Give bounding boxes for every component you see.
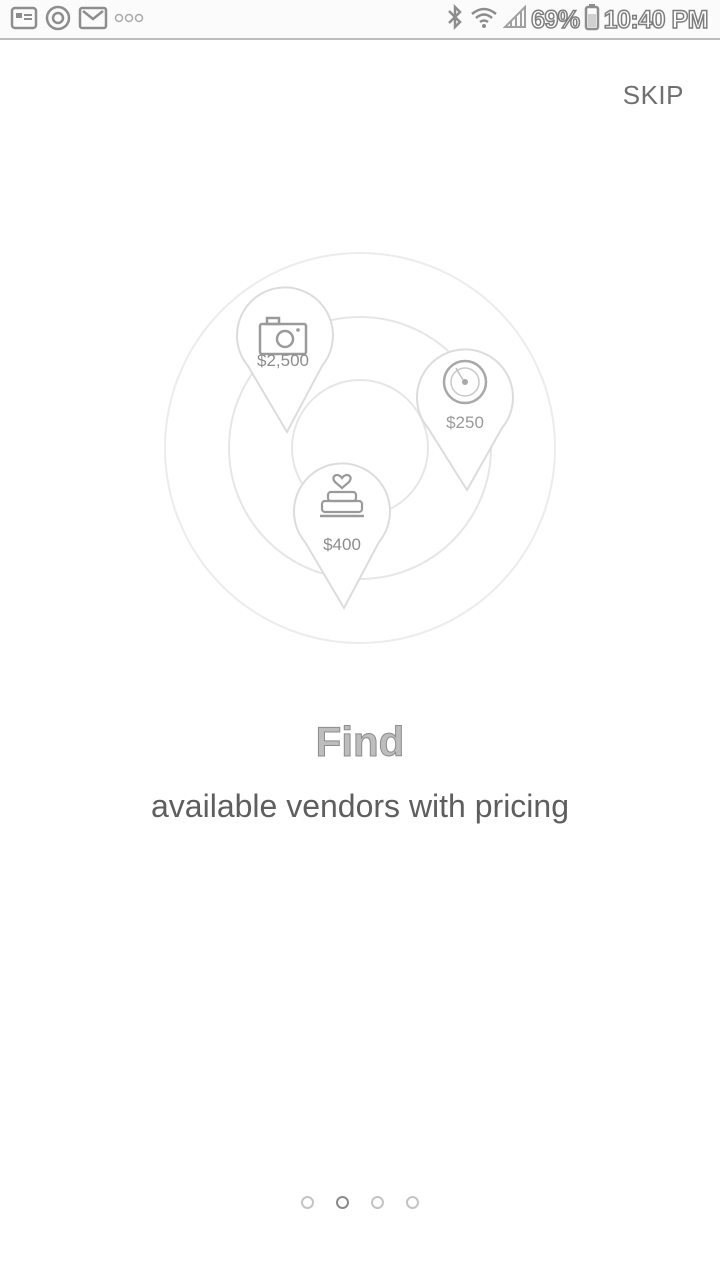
page-dot-4[interactable] [406, 1196, 419, 1209]
onboarding-subtitle: available vendors with pricing [151, 788, 569, 824]
vinyl-record-icon [442, 359, 488, 405]
signal-icon [502, 4, 527, 36]
gallery-icon [10, 6, 38, 35]
page-dot-3[interactable] [371, 1196, 384, 1209]
status-bar-right: 69% 10:40 PM [445, 3, 709, 38]
pin-price-record: $250 [446, 413, 484, 432]
bluetooth-icon [445, 3, 465, 38]
pin-price-camera: $2,500 [257, 351, 309, 370]
status-bar: 69% 10:40 PM [0, 0, 720, 40]
more-notifications-icon [114, 11, 144, 29]
target-icon [44, 4, 72, 37]
clock: 10:40 PM [603, 5, 709, 35]
battery-percent: 69% [530, 5, 581, 35]
skip-button[interactable]: SKIP [623, 80, 684, 111]
status-bar-left [10, 4, 144, 37]
page-dot-2[interactable] [336, 1196, 349, 1209]
onboarding-title: Find [315, 718, 405, 766]
pin-price-cake: $400 [323, 535, 361, 554]
gmail-icon [78, 5, 108, 36]
battery-icon [584, 3, 600, 38]
page-indicator [0, 1196, 720, 1212]
vendor-map-illustration: $2,500 $250 $400 [160, 248, 560, 648]
wifi-icon [469, 4, 499, 37]
outer-ring [164, 252, 556, 644]
page-dot-1[interactable] [301, 1196, 314, 1209]
